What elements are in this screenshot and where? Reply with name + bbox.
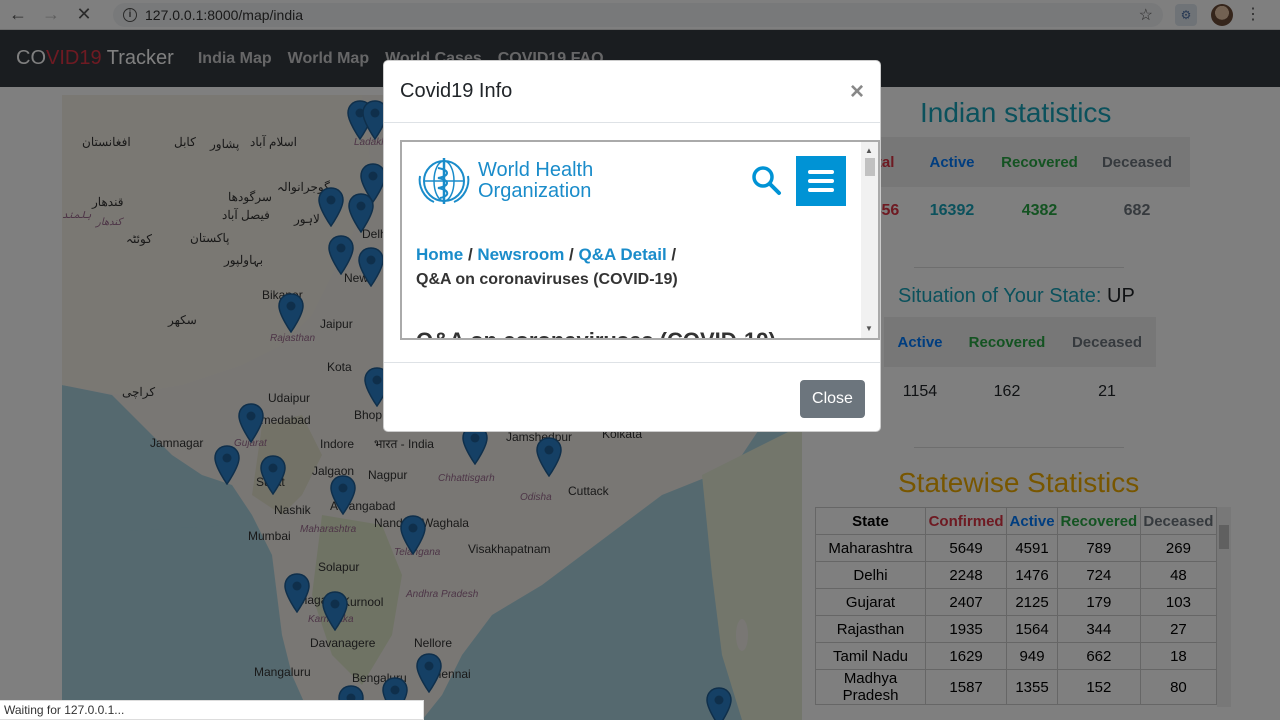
scrollbar-thumb[interactable] [865, 158, 875, 176]
breadcrumb-newsroom[interactable]: Newsroom [477, 245, 564, 264]
who-wordmark-line1: World Health [478, 159, 594, 181]
who-emblem-icon [418, 158, 470, 204]
search-icon-glyph [752, 166, 781, 195]
close-button[interactable]: Close [800, 380, 865, 418]
browser-status-text: Waiting for 127.0.0.1... [0, 700, 424, 720]
who-embedded-frame[interactable]: World Health Organization Home / Newsroo… [400, 140, 880, 340]
hamburger-menu-icon[interactable] [796, 156, 846, 206]
modal-header: Covid19 Info × [384, 61, 880, 123]
breadcrumb: Home / Newsroom / Q&A Detail / [416, 245, 677, 264]
covid-info-modal: Covid19 Info × World Health Organization [383, 60, 881, 432]
scroll-down-icon[interactable]: ▼ [865, 324, 873, 333]
close-icon[interactable]: × [850, 78, 864, 106]
who-wordmark-line2: Organization [478, 180, 592, 202]
who-wordmark: World Health Organization [478, 160, 593, 202]
search-icon[interactable] [750, 164, 782, 201]
modal-title: Covid19 Info [400, 80, 513, 102]
breadcrumb-current: Q&A on coronaviruses (COVID-19) [416, 271, 678, 288]
scroll-up-icon[interactable]: ▲ [865, 146, 873, 155]
breadcrumb-qa-detail[interactable]: Q&A Detail [579, 245, 667, 264]
breadcrumb-home[interactable]: Home [416, 245, 463, 264]
page-heading: Q&A on coronaviruses (COVID-19) [416, 328, 776, 338]
frame-scrollbar[interactable]: ▲ ▼ [861, 142, 878, 338]
who-logo[interactable]: World Health Organization [416, 156, 593, 206]
modal-footer: Close [384, 362, 880, 432]
